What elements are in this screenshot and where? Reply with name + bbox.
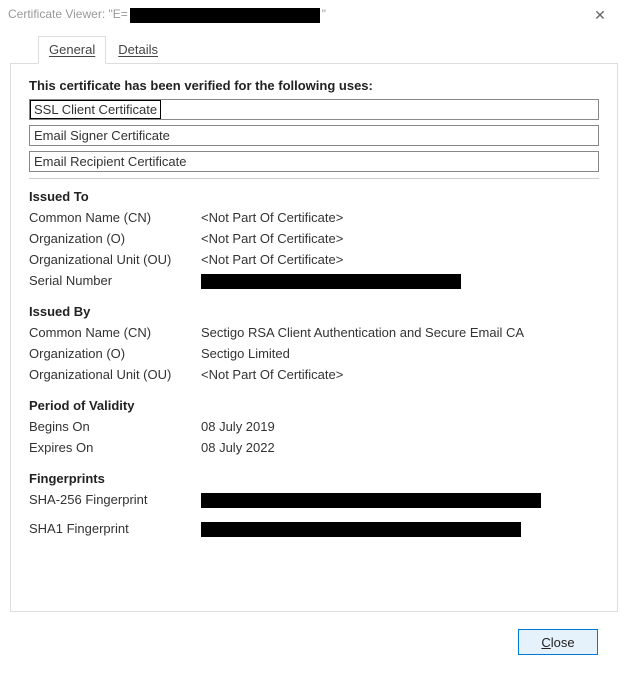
issued-to-serial-value [201, 271, 599, 290]
window-title: Certificate Viewer: "E= " [8, 7, 326, 22]
issued-to-o-row: Organization (O) <Not Part Of Certificat… [29, 229, 599, 248]
close-button[interactable]: Close [518, 629, 598, 655]
title-bar: Certificate Viewer: "E= " ✕ [0, 0, 628, 30]
tab-general-label: General [49, 42, 95, 57]
issued-to-ou-value: <Not Part Of Certificate> [201, 250, 599, 269]
window-close-button[interactable]: ✕ [580, 7, 620, 24]
close-button-label: Close [541, 635, 574, 650]
issued-by-ou-label: Organizational Unit (OU) [29, 365, 201, 384]
redacted-sha1 [201, 522, 521, 537]
issued-to-ou-row: Organizational Unit (OU) <Not Part Of Ce… [29, 250, 599, 269]
tab-details-label: Details [118, 42, 158, 57]
window-title-suffix: " [322, 7, 326, 21]
issued-to-serial-label: Serial Number [29, 271, 201, 290]
dialog-footer: Close [10, 620, 618, 674]
use-email-recipient: Email Recipient Certificate [29, 151, 599, 172]
redacted-title-email [130, 8, 320, 23]
tab-details[interactable]: Details [108, 37, 168, 63]
issued-to-ou-label: Organizational Unit (OU) [29, 250, 201, 269]
issued-by-heading: Issued By [29, 304, 599, 319]
use-email-signer: Email Signer Certificate [29, 125, 599, 146]
validity-begins-label: Begins On [29, 417, 201, 436]
issued-by-cn-row: Common Name (CN) Sectigo RSA Client Auth… [29, 323, 599, 342]
verified-heading: This certificate has been verified for t… [29, 78, 599, 93]
validity-begins-value: 08 July 2019 [201, 417, 599, 436]
validity-expires-row: Expires On 08 July 2022 [29, 438, 599, 457]
issued-by-o-row: Organization (O) Sectigo Limited [29, 344, 599, 363]
certificate-viewer-window: Certificate Viewer: "E= " ✕ General Detai… [0, 0, 628, 674]
use-email-recipient-label: Email Recipient Certificate [30, 152, 598, 171]
issued-by-ou-value: <Not Part Of Certificate> [201, 365, 599, 384]
validity-begins-row: Begins On 08 July 2019 [29, 417, 599, 436]
tab-general[interactable]: General [38, 36, 106, 64]
issued-to-cn-row: Common Name (CN) <Not Part Of Certificat… [29, 208, 599, 227]
use-email-signer-label: Email Signer Certificate [30, 126, 598, 145]
redacted-serial [201, 274, 461, 289]
issued-by-o-value: Sectigo Limited [201, 344, 599, 363]
window-title-prefix: Certificate Viewer: "E= [8, 7, 128, 21]
issued-to-o-value: <Not Part Of Certificate> [201, 229, 599, 248]
fp-sha1-label: SHA1 Fingerprint [29, 519, 201, 538]
tab-strip: General Details [38, 36, 618, 63]
issued-to-cn-value: <Not Part Of Certificate> [201, 208, 599, 227]
fp-sha1-value [201, 519, 599, 538]
content-area: General Details This certificate has bee… [0, 30, 628, 674]
issued-by-o-label: Organization (O) [29, 344, 201, 363]
fp-sha256-label: SHA-256 Fingerprint [29, 490, 201, 509]
issued-to-cn-label: Common Name (CN) [29, 208, 201, 227]
tab-panel-general: This certificate has been verified for t… [10, 63, 618, 612]
issued-to-o-label: Organization (O) [29, 229, 201, 248]
fp-sha256-value [201, 490, 599, 509]
close-icon: ✕ [594, 7, 606, 23]
issued-by-cn-value: Sectigo RSA Client Authentication and Se… [201, 323, 599, 342]
separator [29, 178, 599, 179]
fp-sha256-row: SHA-256 Fingerprint [29, 490, 599, 509]
issued-to-serial-row: Serial Number [29, 271, 599, 290]
validity-expires-label: Expires On [29, 438, 201, 457]
issued-to-heading: Issued To [29, 189, 599, 204]
use-ssl-client: SSL Client Certificate [29, 99, 599, 120]
use-ssl-client-label: SSL Client Certificate [30, 100, 161, 119]
validity-expires-value: 08 July 2022 [201, 438, 599, 457]
issued-by-cn-label: Common Name (CN) [29, 323, 201, 342]
fingerprints-heading: Fingerprints [29, 471, 599, 486]
redacted-sha256 [201, 493, 541, 508]
fp-sha1-row: SHA1 Fingerprint [29, 519, 599, 538]
issued-by-ou-row: Organizational Unit (OU) <Not Part Of Ce… [29, 365, 599, 384]
validity-heading: Period of Validity [29, 398, 599, 413]
